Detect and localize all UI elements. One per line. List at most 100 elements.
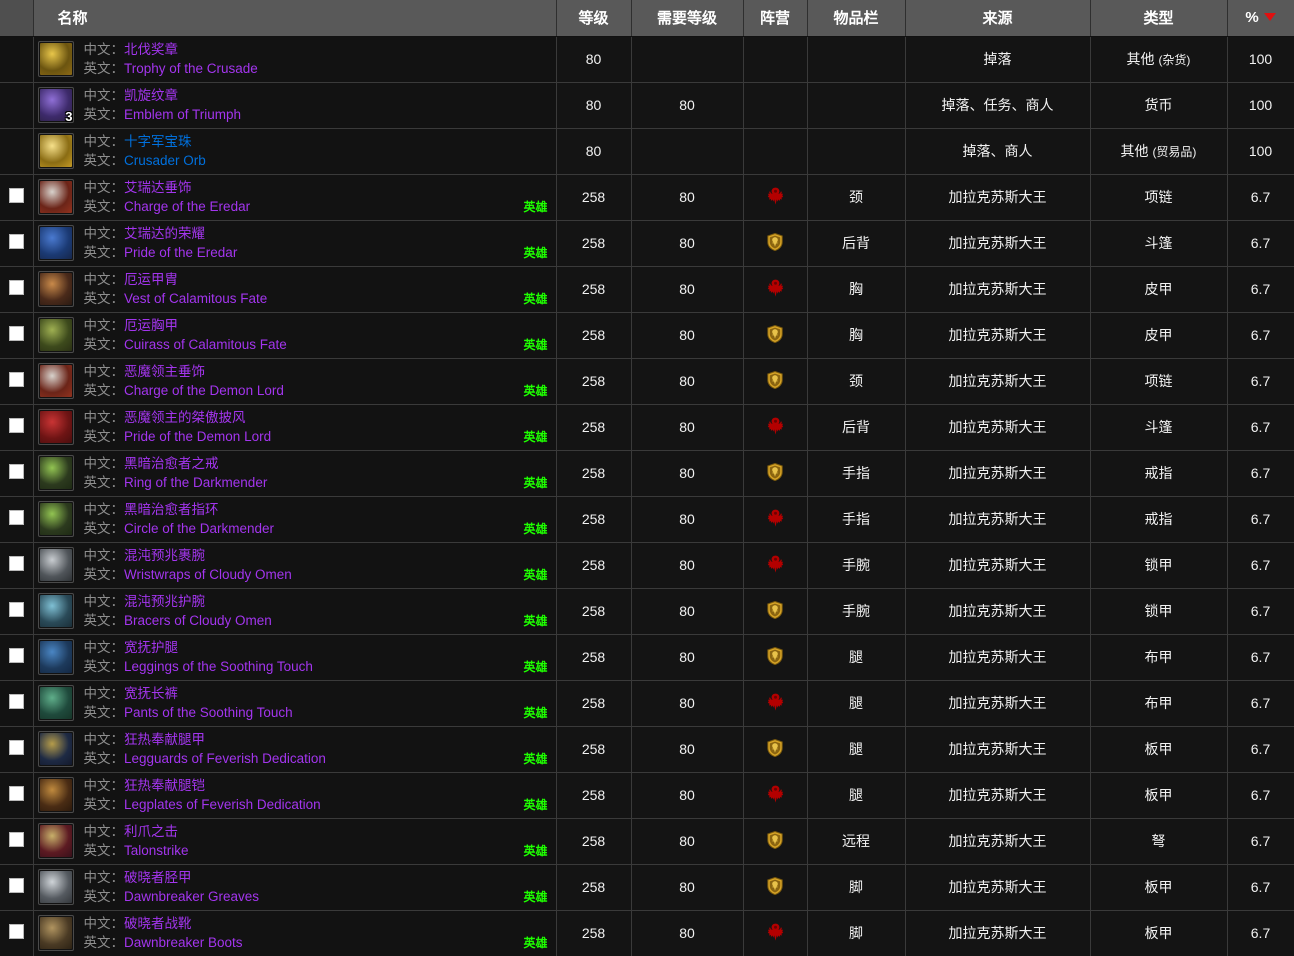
header-percent[interactable]: % <box>1227 0 1294 37</box>
table-row[interactable]: 中文：北伐奖章 英文：Trophy of the Crusade 80 掉落 其他 (杂… <box>0 36 1294 83</box>
item-name-en[interactable]: Pants of the Soothing Touch <box>124 705 293 720</box>
item-name-cn[interactable]: 利爪之击 <box>124 824 178 839</box>
item-name-cell[interactable]: 中文：厄运甲胄 英文：Vest of Calamitous Fate 英雄 <box>33 266 557 313</box>
header-level[interactable]: 等级 <box>556 0 632 37</box>
item-name-cell[interactable]: 中文：厄运胸甲 英文：Cuirass of Calamitous Fate 英雄 <box>33 312 557 359</box>
item-name-en[interactable]: Dawnbreaker Greaves <box>124 889 259 904</box>
emblem-of-triumph-icon[interactable]: 3 <box>37 87 74 123</box>
cuirass-of-calamitous-fate-icon[interactable] <box>37 317 74 353</box>
table-row[interactable]: 中文：艾瑞达的荣耀 英文：Pride of the Eredar 英雄 258 80 后背… <box>0 220 1294 267</box>
talonstrike-icon[interactable] <box>37 823 74 859</box>
row-checkbox[interactable] <box>8 602 24 617</box>
charge-of-the-demon-lord-icon[interactable] <box>37 363 74 399</box>
item-name-en[interactable]: Emblem of Triumph <box>124 107 241 122</box>
table-row[interactable]: 中文：黑暗治愈者之戒 英文：Ring of the Darkmender 英雄 258… <box>0 450 1294 497</box>
row-checkbox-cell[interactable] <box>0 634 34 681</box>
item-name-en[interactable]: Bracers of Cloudy Omen <box>124 613 272 628</box>
table-row[interactable]: 中文：厄运胸甲 英文：Cuirass of Calamitous Fate 英雄 25… <box>0 312 1294 359</box>
row-checkbox[interactable] <box>8 694 24 709</box>
pants-of-the-soothing-touch-icon[interactable] <box>37 685 74 721</box>
pride-of-the-demon-lord-icon[interactable] <box>37 409 74 445</box>
item-name-cn[interactable]: 宽抚长裤 <box>124 686 178 701</box>
row-checkbox[interactable] <box>8 648 24 663</box>
row-checkbox[interactable] <box>8 740 24 755</box>
table-row[interactable]: 中文：黑暗治愈者指环 英文：Circle of the Darkmender 英雄 2… <box>0 496 1294 543</box>
row-checkbox[interactable] <box>8 418 24 433</box>
row-checkbox[interactable] <box>8 786 24 801</box>
table-row[interactable]: 3 中文：凯旋纹章 英文：Emblem of Triumph 80 80 掉落、任务、商人… <box>0 82 1294 129</box>
row-checkbox-cell[interactable] <box>0 266 34 313</box>
item-name-cn[interactable]: 混沌预兆裹腕 <box>124 548 205 563</box>
item-name-cn[interactable]: 厄运甲胄 <box>124 272 178 287</box>
row-checkbox[interactable] <box>8 372 24 387</box>
item-name-en[interactable]: Wristwraps of Cloudy Omen <box>124 567 292 582</box>
item-name-cell[interactable]: 中文：艾瑞达的荣耀 英文：Pride of the Eredar 英雄 <box>33 220 557 267</box>
item-name-en[interactable]: Crusader Orb <box>124 153 206 168</box>
item-name-cell[interactable]: 中文：破晓者胫甲 英文：Dawnbreaker Greaves 英雄 <box>33 864 557 911</box>
table-row[interactable]: 中文：狂热奉献腿甲 英文：Legguards of Feverish Dedica… <box>0 726 1294 773</box>
header-source[interactable]: 来源 <box>905 0 1091 37</box>
row-checkbox-cell[interactable] <box>0 772 34 819</box>
row-checkbox-cell[interactable] <box>0 358 34 405</box>
item-name-cn[interactable]: 狂热奉献腿甲 <box>124 732 205 747</box>
item-name-en[interactable]: Talonstrike <box>124 843 189 858</box>
item-name-en[interactable]: Leggings of the Soothing Touch <box>124 659 313 674</box>
item-name-cn[interactable]: 黑暗治愈者指环 <box>124 502 219 517</box>
row-checkbox-cell[interactable] <box>0 864 34 911</box>
row-checkbox-cell[interactable] <box>0 496 34 543</box>
header-name[interactable]: 名称 <box>33 0 557 37</box>
item-name-cn[interactable]: 艾瑞达的荣耀 <box>124 226 205 241</box>
item-name-cell[interactable]: 中文：北伐奖章 英文：Trophy of the Crusade <box>33 36 557 83</box>
row-checkbox-cell[interactable] <box>0 174 34 221</box>
header-required-level[interactable]: 需要等级 <box>631 0 744 37</box>
row-checkbox[interactable] <box>8 878 24 893</box>
legplates-of-feverish-dedication-icon[interactable] <box>37 777 74 813</box>
header-checkbox-col[interactable] <box>0 0 34 37</box>
table-row[interactable]: 中文：狂热奉献腿铠 英文：Legplates of Feverish Dedica… <box>0 772 1294 819</box>
row-checkbox[interactable] <box>8 234 24 249</box>
item-name-en[interactable]: Legguards of Feverish Dedication <box>124 751 326 766</box>
row-checkbox-cell[interactable] <box>0 910 34 956</box>
dawnbreaker-greaves-icon[interactable] <box>37 869 74 905</box>
table-row[interactable]: 中文：厄运甲胄 英文：Vest of Calamitous Fate 英雄 258 80… <box>0 266 1294 313</box>
item-name-en[interactable]: Circle of the Darkmender <box>124 521 274 536</box>
item-name-cell[interactable]: 中文：十字军宝珠 英文：Crusader Orb <box>33 128 557 175</box>
item-name-en[interactable]: Charge of the Demon Lord <box>124 383 284 398</box>
row-checkbox[interactable] <box>8 556 24 571</box>
item-name-cn[interactable]: 恶魔领主垂饰 <box>124 364 205 379</box>
row-checkbox[interactable] <box>8 280 24 295</box>
row-checkbox-cell[interactable] <box>0 450 34 497</box>
crusader-orb-icon[interactable] <box>37 133 74 169</box>
row-checkbox-cell[interactable] <box>0 588 34 635</box>
table-row[interactable]: 中文：十字军宝珠 英文：Crusader Orb 80 掉落、商人 其他 (贸易品) 10… <box>0 128 1294 175</box>
table-row[interactable]: 中文：破晓者胫甲 英文：Dawnbreaker Greaves 英雄 258 80 脚加拉… <box>0 864 1294 911</box>
vest-of-calamitous-fate-icon[interactable] <box>37 271 74 307</box>
row-checkbox-cell[interactable] <box>0 542 34 589</box>
item-name-cell[interactable]: 中文：黑暗治愈者指环 英文：Circle of the Darkmender 英雄 <box>33 496 557 543</box>
row-checkbox-cell[interactable] <box>0 726 34 773</box>
table-row[interactable]: 中文：艾瑞达垂饰 英文：Charge of the Eredar 英雄 258 80 颈加… <box>0 174 1294 221</box>
item-name-cell[interactable]: 中文：宽抚护腿 英文：Leggings of the Soothing Touch… <box>33 634 557 681</box>
item-name-en[interactable]: Pride of the Eredar <box>124 245 237 260</box>
item-name-cell[interactable]: 中文：宽抚长裤 英文：Pants of the Soothing Touch 英雄 <box>33 680 557 727</box>
table-row[interactable]: 中文：破晓者战靴 英文：Dawnbreaker Boots 英雄 258 80 脚加拉克苏… <box>0 910 1294 956</box>
item-name-cn[interactable]: 厄运胸甲 <box>124 318 178 333</box>
item-name-cn[interactable]: 凯旋纹章 <box>124 88 178 103</box>
item-name-cn[interactable]: 恶魔领主的桀傲披风 <box>124 410 246 425</box>
charge-of-the-eredar-icon[interactable] <box>37 179 74 215</box>
table-row[interactable]: 中文：混沌预兆裹腕 英文：Wristwraps of Cloudy Omen 英雄 2… <box>0 542 1294 589</box>
item-name-en[interactable]: Charge of the Eredar <box>124 199 250 214</box>
table-row[interactable]: 中文：混沌预兆护腕 英文：Bracers of Cloudy Omen 英雄 258 8… <box>0 588 1294 635</box>
bracers-of-cloudy-omen-icon[interactable] <box>37 593 74 629</box>
header-type[interactable]: 类型 <box>1090 0 1228 37</box>
pride-of-the-eredar-icon[interactable] <box>37 225 74 261</box>
row-checkbox[interactable] <box>8 924 24 939</box>
row-checkbox[interactable] <box>8 832 24 847</box>
item-name-cn[interactable]: 黑暗治愈者之戒 <box>124 456 219 471</box>
ring-of-the-darkmender-icon[interactable] <box>37 455 74 491</box>
row-checkbox[interactable] <box>8 464 24 479</box>
item-name-en[interactable]: Ring of the Darkmender <box>124 475 267 490</box>
item-name-cell[interactable]: 中文：黑暗治愈者之戒 英文：Ring of the Darkmender 英雄 <box>33 450 557 497</box>
dawnbreaker-boots-icon[interactable] <box>37 915 74 951</box>
legguards-of-feverish-dedication-icon[interactable] <box>37 731 74 767</box>
